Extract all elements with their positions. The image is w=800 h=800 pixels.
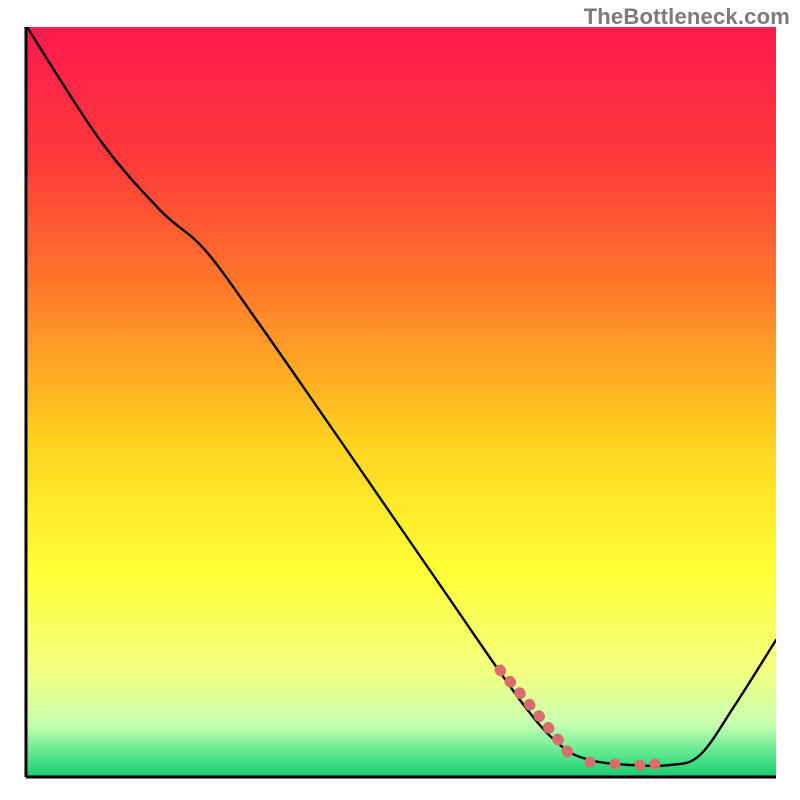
highlight-dot: [610, 759, 621, 770]
highlight-dot: [585, 757, 596, 768]
chart-frame: { "watermark": "TheBottleneck.com", "cha…: [0, 0, 800, 800]
gradient-background: [26, 27, 776, 777]
highlight-dot: [650, 759, 661, 770]
highlight-dot: [635, 760, 646, 771]
bottleneck-chart: [0, 0, 800, 800]
